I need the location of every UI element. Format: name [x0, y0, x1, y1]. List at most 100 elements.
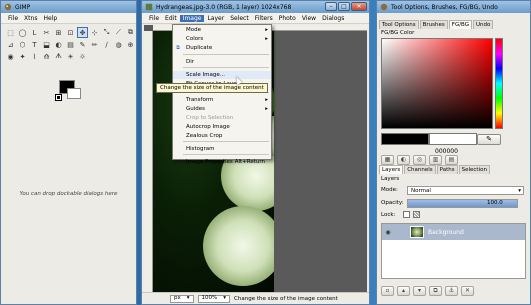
menu-view[interactable]: View	[299, 15, 319, 22]
tool-button[interactable]: ⊹	[89, 27, 100, 38]
menu-item-scale-image[interactable]: Scale Image...	[173, 71, 271, 79]
menu-item-colors[interactable]: Colors ▸	[173, 35, 271, 43]
tool-button[interactable]: ✂	[41, 27, 52, 38]
tool-button[interactable]: ☼	[77, 51, 88, 62]
menu-image[interactable]: Image	[179, 14, 205, 22]
tool-button[interactable]: ⌇	[29, 51, 40, 62]
color-saturation-field[interactable]	[381, 38, 493, 129]
menu-photo[interactable]: Photo	[276, 15, 299, 22]
color-mode-button[interactable]: ◐	[397, 155, 410, 165]
tool-button[interactable]: ✥	[77, 27, 88, 38]
layer-name: Background	[428, 228, 464, 236]
dock-titlebar[interactable]: Tool Options, Brushes, FG/BG, Undo	[377, 1, 530, 13]
background-color-swatch[interactable]	[67, 88, 81, 99]
tool-button[interactable]: ◍	[113, 39, 124, 50]
tab-paths[interactable]: Paths	[436, 165, 458, 174]
tool-button[interactable]: ᗑ	[53, 51, 64, 62]
raise-layer-icon[interactable]: ▴	[397, 286, 410, 296]
tool-button[interactable]: ᒪ	[29, 27, 40, 38]
tool-button[interactable]: ◐	[53, 39, 64, 50]
tool-button[interactable]: ⟋	[113, 27, 124, 38]
tab-undo[interactable]: Undo	[473, 20, 494, 29]
tool-button[interactable]: ⊿	[5, 39, 16, 50]
menu-item-dir[interactable]: Dir	[173, 58, 271, 66]
lock-alpha-checkbox[interactable]	[413, 211, 420, 218]
menu-dialogs[interactable]: Dialogs	[319, 15, 347, 22]
duplicate-icon: ⧉	[176, 45, 180, 51]
minimize-button[interactable]: –	[325, 2, 337, 11]
default-colors-icon[interactable]	[55, 94, 62, 101]
toolbox-titlebar[interactable]: GIMP	[1, 1, 136, 13]
gimp-logo-icon	[380, 3, 388, 11]
tool-button[interactable]: ✦	[17, 51, 28, 62]
vertical-ruler[interactable]	[144, 31, 153, 292]
hex-value[interactable]: 000000	[435, 148, 458, 155]
tab-selection[interactable]: Selection	[458, 165, 490, 174]
menu-item-duplicate[interactable]: Duplicate ⧉	[173, 44, 271, 52]
tool-button[interactable]: ⊡	[65, 27, 76, 38]
menu-layer[interactable]: Layer	[204, 15, 227, 22]
unit-select[interactable]: px ▾	[170, 294, 194, 303]
menu-item-autocrop-image[interactable]: Autocrop Image	[173, 123, 271, 131]
menu-edit[interactable]: Edit	[162, 15, 180, 22]
tool-button[interactable]: ∕	[101, 39, 112, 50]
tool-button[interactable]: ⤡	[101, 27, 112, 38]
current-fg-color[interactable]	[381, 133, 429, 145]
tool-button[interactable]: ✏	[89, 39, 100, 50]
delete-layer-icon[interactable]: ✕	[461, 286, 474, 296]
menu-help[interactable]: Help	[40, 15, 60, 22]
menu-item-transform[interactable]: Transform ▸	[173, 96, 271, 104]
maximize-button[interactable]: □	[338, 2, 350, 11]
lock-pixels-checkbox[interactable]	[403, 211, 410, 218]
tab-fgbg[interactable]: FG/BG	[448, 20, 472, 29]
color-picker-button[interactable]: ✎	[477, 134, 501, 145]
tool-button[interactable]: ⬓	[41, 39, 52, 50]
tool-button[interactable]: ☀	[65, 51, 76, 62]
tool-button[interactable]: ⬚	[5, 27, 16, 38]
duplicate-layer-icon[interactable]: ⧉	[429, 286, 442, 296]
zoom-select[interactable]: 100% ▾	[197, 294, 231, 303]
dock-title: Tool Options, Brushes, FG/BG, Undo	[391, 3, 498, 11]
tool-button[interactable]: ✎	[77, 39, 88, 50]
menu-filters[interactable]: Filters	[252, 15, 276, 22]
eye-icon[interactable]: ◉	[382, 229, 394, 236]
anchor-layer-icon[interactable]: ⚓	[445, 286, 458, 296]
menu-file[interactable]: File	[5, 15, 21, 22]
tool-button[interactable]: ◯	[17, 27, 28, 38]
color-mode-button[interactable]: ◎	[413, 155, 426, 165]
current-bg-color[interactable]	[429, 133, 477, 145]
tool-button[interactable]: T	[29, 39, 40, 50]
hue-slider[interactable]	[495, 38, 503, 129]
menu-item-histogram[interactable]: Histogram	[173, 145, 271, 153]
tab-layers[interactable]: Layers	[379, 165, 404, 174]
menu-select[interactable]: Select	[227, 15, 252, 22]
lower-layer-icon[interactable]: ▾	[413, 286, 426, 296]
layer-row[interactable]: ◉ Background	[382, 224, 525, 240]
menu-item-zealous-crop[interactable]: Zealous Crop	[173, 132, 271, 140]
tool-button[interactable]: ⟰	[41, 51, 52, 62]
opacity-value[interactable]: 100.0	[487, 200, 503, 206]
mode-select[interactable]: Normal	[407, 186, 524, 195]
color-mode-button[interactable]: ▥	[429, 155, 442, 165]
menu-item-image-properties[interactable]: Image Properties Alt+Return	[173, 158, 271, 166]
tool-button[interactable]: ⊞	[53, 27, 64, 38]
tab-channels[interactable]: Channels	[404, 165, 436, 174]
tab-brushes[interactable]: Brushes	[419, 20, 448, 29]
menu-file[interactable]: File	[146, 15, 162, 22]
menu-item-crop-to-selection[interactable]: Crop to Selection	[173, 114, 271, 122]
tool-button[interactable]: ◉	[5, 51, 16, 62]
new-layer-icon[interactable]: ▫	[381, 286, 394, 296]
close-button[interactable]: ✕	[351, 2, 367, 11]
color-mode-button[interactable]: ▦	[381, 155, 394, 165]
tab-tool-options[interactable]: Tool Options	[379, 20, 419, 29]
fgbg-buttons: ▦ ◐ ◎ ▥ ▤	[381, 155, 526, 165]
tool-button[interactable]: ⊕	[125, 39, 136, 50]
menu-separator	[183, 67, 269, 68]
tool-button[interactable]: ▤	[65, 39, 76, 50]
tool-button[interactable]: ⬡	[17, 39, 28, 50]
menu-item-guides[interactable]: Guides ▸	[173, 105, 271, 113]
menu-xtns[interactable]: Xtns	[21, 15, 40, 22]
color-mode-button[interactable]: ▤	[445, 155, 458, 165]
tool-button[interactable]: ⧉	[125, 27, 136, 38]
menu-item-mode[interactable]: Mode ▸	[173, 26, 271, 34]
